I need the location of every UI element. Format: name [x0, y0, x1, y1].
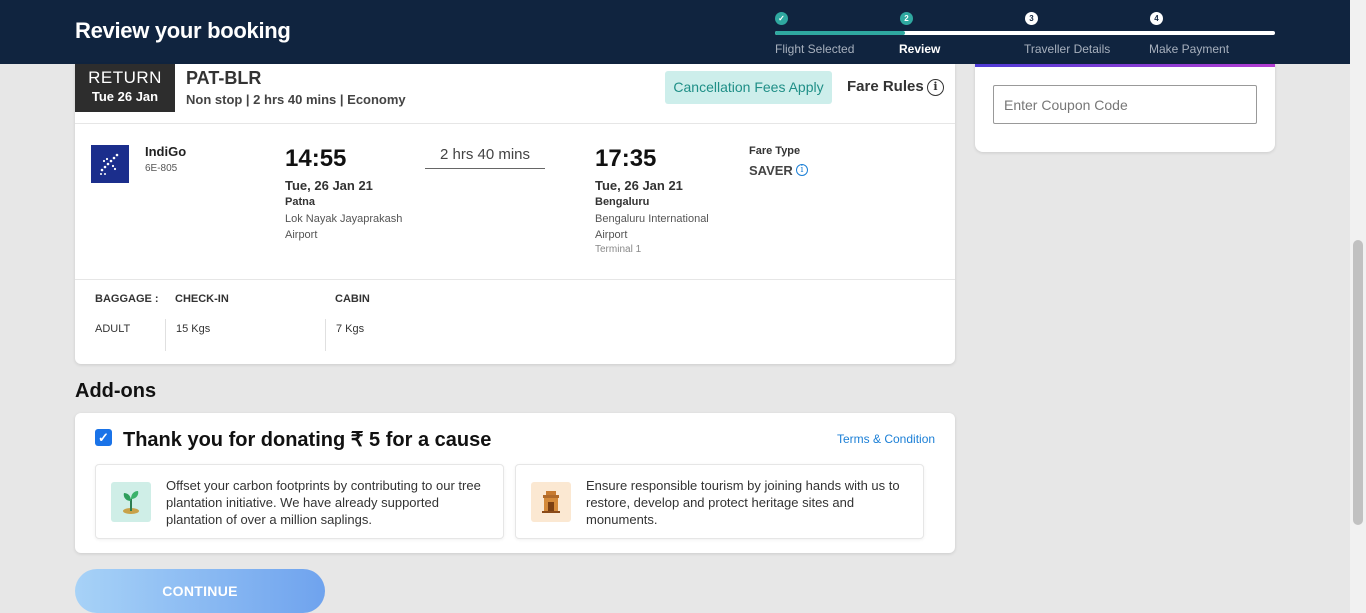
departure-time: 14:55 — [285, 145, 347, 172]
page-header: Review your booking ✓ 2 3 4 Flight Selec… — [0, 0, 1350, 64]
plant-icon — [111, 482, 151, 522]
step-3-marker: 3 — [1025, 12, 1038, 25]
fare-type-info-icon[interactable]: i — [796, 164, 808, 176]
scrollbar-thumb[interactable] — [1353, 240, 1363, 525]
donation-checkbox[interactable]: ✓ — [95, 429, 112, 446]
arrival-date: Tue, 26 Jan 21 — [595, 178, 683, 193]
stepper-progress — [775, 31, 905, 35]
continue-button[interactable]: CONTINUE — [75, 569, 325, 613]
flight-duration: 2 hrs 40 mins — [439, 146, 531, 163]
arrival-terminal: Terminal 1 — [595, 244, 642, 255]
fare-type-value: SAVER — [749, 163, 793, 178]
step-review: Review — [899, 42, 941, 56]
fare-type-label: Fare Type — [749, 145, 801, 157]
arrival-city: Bengaluru — [595, 196, 650, 208]
tree-plantation-card: Offset your carbon footprints by contrib… — [95, 464, 504, 539]
arrival-airport: Bengaluru International Airport — [595, 213, 709, 241]
heritage-text: Ensure responsible tourism by joining ha… — [586, 478, 900, 527]
departure-date: Tue, 26 Jan 21 — [285, 178, 373, 193]
flight-number: 6E-805 — [145, 163, 178, 174]
return-badge-type: RETURN — [88, 68, 162, 87]
departure-city: Patna — [285, 196, 315, 208]
return-badge: RETURN Tue 26 Jan — [75, 64, 175, 112]
step-1-check-icon: ✓ — [775, 12, 788, 25]
return-badge-date: Tue 26 Jan — [91, 89, 159, 104]
monument-icon — [531, 482, 571, 522]
passenger-type: ADULT — [95, 323, 131, 335]
addons-title: Add-ons — [75, 380, 157, 402]
departure-airport: Lok Nayak Jayaprakash Airport — [285, 213, 403, 241]
coupon-card — [975, 64, 1275, 152]
page-title: Review your booking — [75, 18, 291, 43]
page-scrollbar[interactable] — [1350, 0, 1366, 613]
step-flight-selected[interactable]: Flight Selected — [775, 42, 854, 56]
indigo-logo-icon — [91, 145, 129, 183]
cancellation-fees-badge[interactable]: Cancellation Fees Apply — [665, 71, 832, 104]
flight-details-card: RETURN Tue 26 Jan PAT-BLR Non stop | 2 h… — [75, 64, 955, 364]
step-2-marker: 2 — [900, 12, 913, 25]
coupon-accent-bar — [975, 64, 1275, 67]
cabin-header: CABIN — [335, 293, 370, 305]
route-details: Non stop | 2 hrs 40 mins | Economy — [186, 92, 406, 107]
checkin-allowance: 15 Kgs — [176, 323, 211, 335]
arrival-time: 17:35 — [595, 145, 657, 172]
checkin-header: CHECK-IN — [175, 293, 229, 305]
heritage-card: Ensure responsible tourism by joining ha… — [515, 464, 924, 539]
duration-line — [425, 168, 545, 169]
step-4-marker: 4 — [1150, 12, 1163, 25]
divider — [75, 279, 955, 280]
column-divider — [165, 319, 166, 351]
coupon-code-input[interactable] — [993, 85, 1257, 124]
airline-name: IndiGo — [145, 144, 187, 159]
fare-rules-link[interactable]: Fare Rules — [847, 78, 924, 95]
route-code: PAT-BLR — [186, 68, 262, 88]
tree-plantation-text: Offset your carbon footprints by contrib… — [166, 478, 481, 527]
divider — [75, 123, 955, 124]
baggage-label: BAGGAGE : — [95, 293, 159, 305]
donation-card: ✓ Thank you for donating ₹ 5 for a cause… — [75, 413, 955, 553]
step-make-payment: Make Payment — [1149, 42, 1230, 56]
column-divider — [325, 319, 326, 351]
donation-text: Thank you for donating ₹ 5 for a cause — [123, 429, 492, 451]
info-icon[interactable]: i — [927, 79, 944, 96]
cabin-allowance: 7 Kgs — [336, 323, 365, 335]
terms-condition-link[interactable]: Terms & Condition — [837, 432, 935, 446]
step-traveller-details: Traveller Details — [1024, 42, 1111, 56]
booking-stepper: ✓ 2 3 4 Flight Selected Review Traveller… — [775, 10, 1275, 60]
